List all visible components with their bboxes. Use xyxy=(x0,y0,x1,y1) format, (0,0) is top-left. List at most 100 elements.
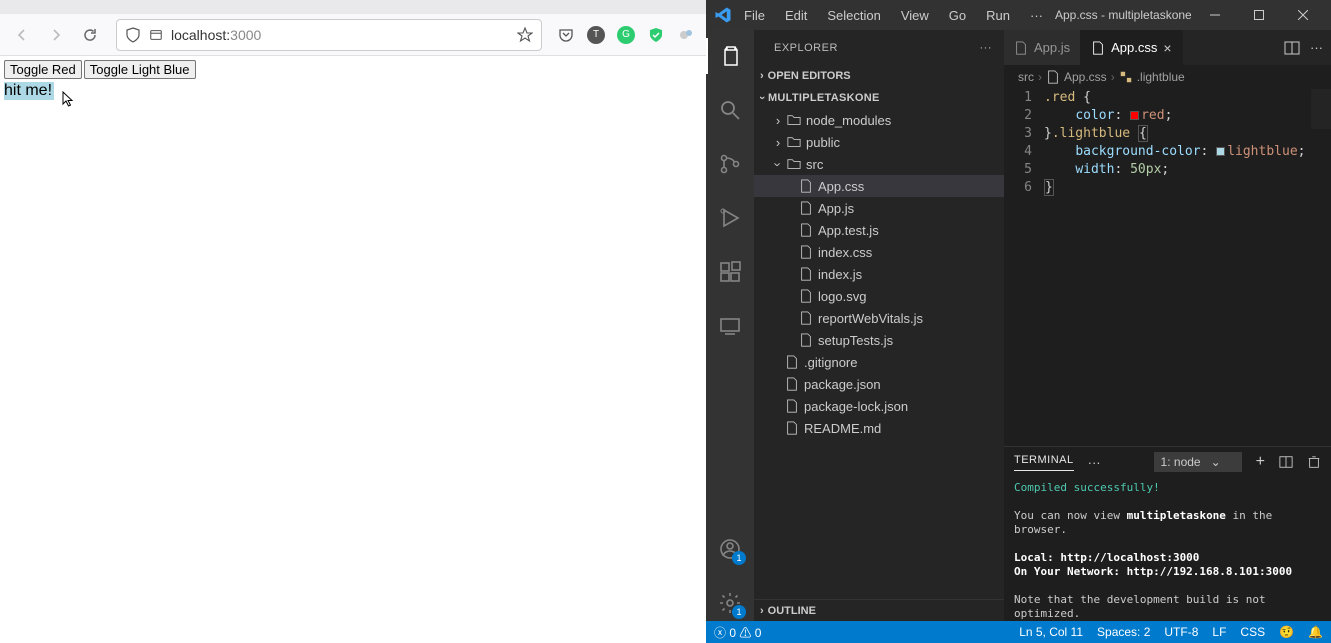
activity-accounts[interactable]: 1 xyxy=(706,531,754,567)
tab-app-js[interactable]: App.js xyxy=(1004,30,1081,65)
reload-button[interactable] xyxy=(76,21,104,49)
split-editor-icon[interactable] xyxy=(1284,40,1300,56)
activity-settings[interactable]: 1 xyxy=(706,585,754,621)
terminal-output[interactable]: Compiled successfully! You can now view … xyxy=(1004,477,1331,621)
editor-more-icon[interactable]: ··· xyxy=(1310,40,1323,55)
browser-tabstrip xyxy=(0,0,706,14)
status-feedback-icon[interactable]: 🤨 xyxy=(1279,625,1294,639)
file-index-css[interactable]: index.css xyxy=(754,241,1004,263)
menu-go[interactable]: Go xyxy=(941,4,974,27)
status-errors[interactable]: ⓧ 0 ⚠ 0 xyxy=(714,624,761,641)
open-editors-section[interactable]: › OPEN EDITORS xyxy=(754,65,1004,87)
menu-file[interactable]: File xyxy=(736,4,773,27)
activity-remote[interactable] xyxy=(706,308,754,344)
outline-label: OUTLINE xyxy=(768,605,816,617)
shield-icon xyxy=(125,27,141,43)
terminal-new-icon[interactable]: + xyxy=(1256,453,1265,471)
symbol-icon xyxy=(1119,70,1133,84)
project-name: MULTIPLETASKONE xyxy=(768,92,880,104)
ext-misc-icon[interactable] xyxy=(674,23,698,47)
hitme-text: hit me! xyxy=(4,82,54,100)
breadcrumb-item[interactable]: src xyxy=(1018,70,1034,84)
site-info-icon xyxy=(149,28,163,42)
toggle-lightblue-button[interactable]: Toggle Light Blue xyxy=(84,60,196,79)
address-bar[interactable]: localhost:3000 xyxy=(116,19,542,51)
vscode-window: File Edit Selection View Go Run ··· App.… xyxy=(706,0,1331,643)
menu-view[interactable]: View xyxy=(893,4,937,27)
breadcrumbs[interactable]: src › App.css › .lightblue xyxy=(1004,65,1331,89)
file-app-test-js[interactable]: App.test.js xyxy=(754,219,1004,241)
folder-src[interactable]: ›src xyxy=(754,153,1004,175)
close-tab-icon[interactable]: × xyxy=(1163,40,1171,56)
chevron-right-icon: › xyxy=(760,605,764,617)
status-encoding[interactable]: UTF-8 xyxy=(1164,625,1198,639)
sidebar-more-icon[interactable]: ··· xyxy=(980,42,993,54)
activity-explorer[interactable] xyxy=(706,38,754,74)
minimap[interactable] xyxy=(1311,89,1331,129)
activity-scm[interactable] xyxy=(706,146,754,182)
menu-more[interactable]: ··· xyxy=(1022,4,1051,27)
file-icon xyxy=(1091,41,1105,55)
code-content[interactable]: .red { color: red; }.lightblue { backgro… xyxy=(1044,89,1331,446)
file-package-lock[interactable]: package-lock.json xyxy=(754,395,1004,417)
file-reportwebvitals[interactable]: reportWebVitals.js xyxy=(754,307,1004,329)
outline-section[interactable]: › OUTLINE xyxy=(754,599,1004,621)
window-maximize[interactable] xyxy=(1239,0,1279,30)
open-editors-label: OPEN EDITORS xyxy=(768,70,851,82)
panel-header: TERMINAL ··· 1: node ⌄ + xyxy=(1004,447,1331,477)
bookmark-star-icon[interactable] xyxy=(517,27,533,43)
tab-app-css[interactable]: App.css × xyxy=(1081,30,1182,65)
status-ln-col[interactable]: Ln 5, Col 11 xyxy=(1019,625,1083,639)
menu-edit[interactable]: Edit xyxy=(777,4,815,27)
back-button[interactable] xyxy=(8,21,36,49)
file-app-css[interactable]: App.css xyxy=(754,175,1004,197)
chevron-right-icon: › xyxy=(760,70,764,82)
terminal-kill-icon[interactable] xyxy=(1307,455,1321,469)
folder-node-modules[interactable]: ›node_modules xyxy=(754,109,1004,131)
sidebar-header: EXPLORER ··· xyxy=(754,30,1004,65)
file-app-js[interactable]: App.js xyxy=(754,197,1004,219)
status-eol[interactable]: LF xyxy=(1212,625,1226,639)
terminal-split-icon[interactable] xyxy=(1279,455,1293,469)
window-title: App.css - multipletaskone - Visua... xyxy=(1055,8,1191,22)
toggle-red-button[interactable]: Toggle Red xyxy=(4,60,82,79)
window-minimize[interactable] xyxy=(1195,0,1235,30)
terminal-select[interactable]: 1: node ⌄ xyxy=(1154,452,1242,472)
status-lang[interactable]: CSS xyxy=(1240,625,1265,639)
status-bell-icon[interactable]: 🔔 xyxy=(1308,625,1323,639)
file-readme[interactable]: README.md xyxy=(754,417,1004,439)
ext-shield-icon[interactable] xyxy=(644,23,668,47)
file-index-js[interactable]: index.js xyxy=(754,263,1004,285)
file-icon xyxy=(1046,70,1060,84)
project-section[interactable]: › MULTIPLETASKONE xyxy=(754,87,1004,109)
file-gitignore[interactable]: .gitignore xyxy=(754,351,1004,373)
file-package-json[interactable]: package.json xyxy=(754,373,1004,395)
editor-area: App.js App.css × ··· src › App.css › xyxy=(1004,30,1331,621)
forward-button[interactable] xyxy=(42,21,70,49)
file-logo-svg[interactable]: logo.svg xyxy=(754,285,1004,307)
activity-extensions[interactable] xyxy=(706,254,754,290)
status-spaces[interactable]: Spaces: 2 xyxy=(1097,625,1150,639)
settings-badge: 1 xyxy=(732,605,746,619)
file-icon xyxy=(1014,41,1028,55)
browser-window: localhost:3000 T G Toggle RedToggle Ligh… xyxy=(0,0,706,643)
folder-public[interactable]: ›public xyxy=(754,131,1004,153)
breadcrumb-item[interactable]: .lightblue xyxy=(1137,70,1185,84)
breadcrumb-item[interactable]: App.css xyxy=(1064,70,1107,84)
panel-more-icon[interactable]: ··· xyxy=(1088,455,1101,470)
code-editor[interactable]: 123456 .red { color: red; }.lightblue { … xyxy=(1004,89,1331,446)
terminal-tab[interactable]: TERMINAL xyxy=(1014,454,1074,471)
activity-search[interactable] xyxy=(706,92,754,128)
window-close[interactable] xyxy=(1283,0,1323,30)
ext-g-icon[interactable]: G xyxy=(614,23,638,47)
ext-t-icon[interactable]: T xyxy=(584,23,608,47)
pocket-icon[interactable] xyxy=(554,23,578,47)
sidebar: EXPLORER ··· › OPEN EDITORS › MULTIPLETA… xyxy=(754,30,1004,621)
vscode-logo-icon xyxy=(714,6,732,24)
activity-debug[interactable] xyxy=(706,200,754,236)
menu-selection[interactable]: Selection xyxy=(819,4,888,27)
menu-run[interactable]: Run xyxy=(978,4,1018,27)
titlebar: File Edit Selection View Go Run ··· App.… xyxy=(706,0,1331,30)
url-text: localhost:3000 xyxy=(171,27,261,43)
file-setuptests[interactable]: setupTests.js xyxy=(754,329,1004,351)
